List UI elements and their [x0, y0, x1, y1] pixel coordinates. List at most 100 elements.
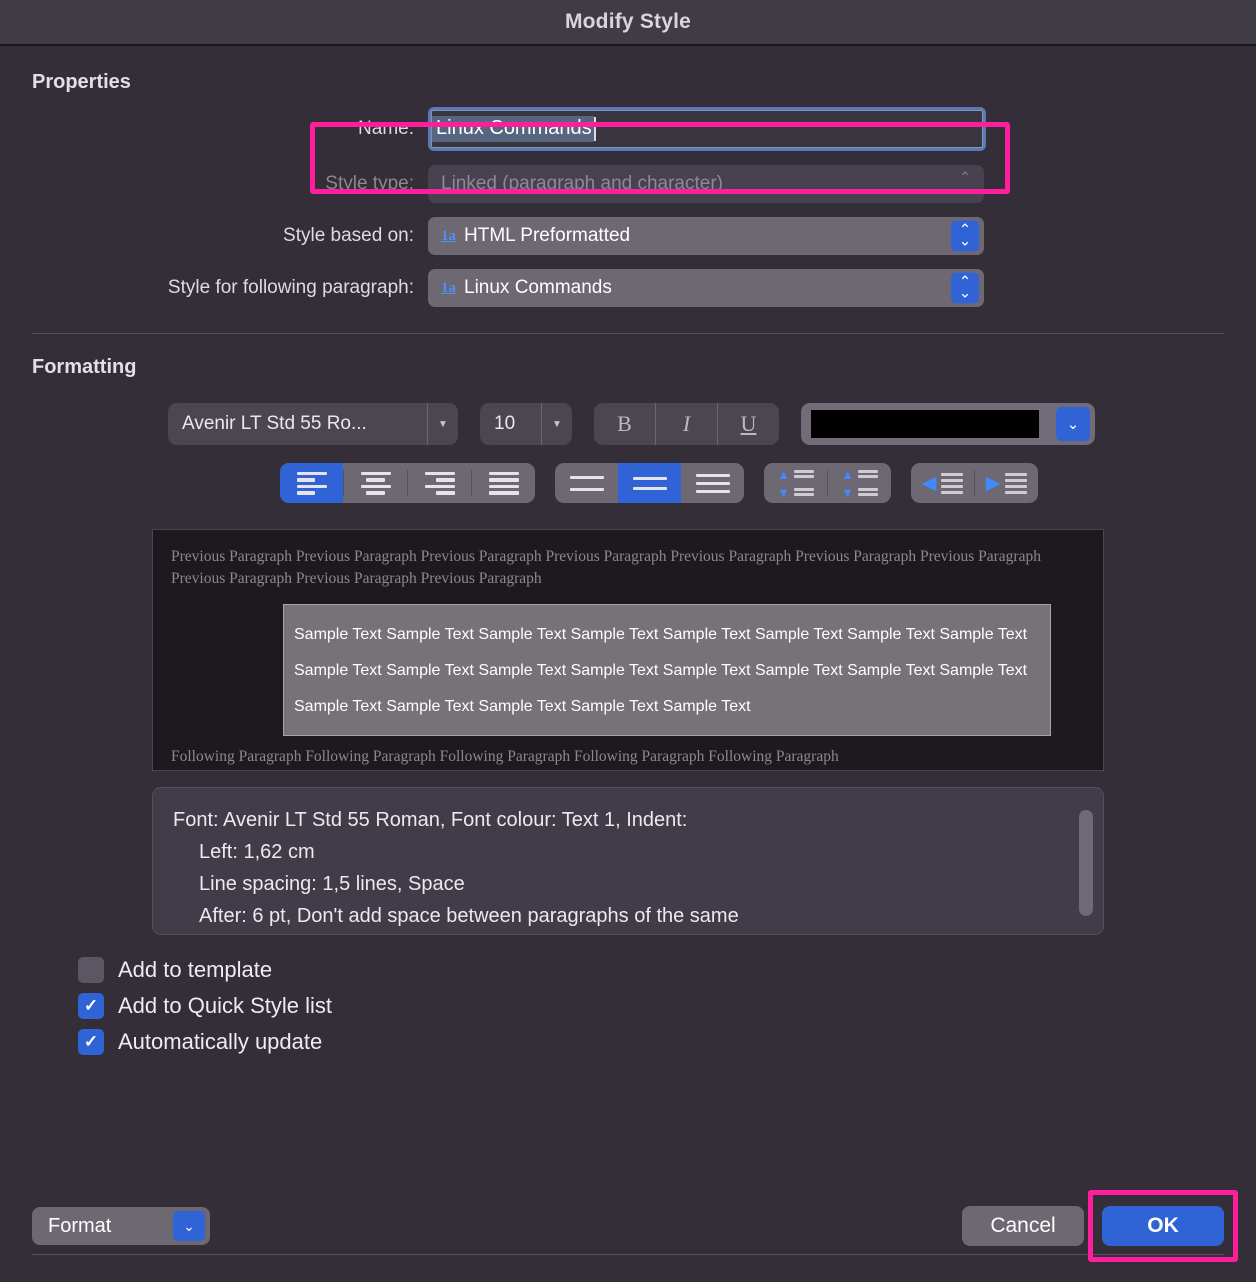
dialog-footer: Format ⌄ Cancel OK: [0, 1190, 1256, 1262]
format-button-label: Format: [48, 1214, 112, 1237]
underline-button[interactable]: U: [718, 403, 779, 445]
align-center-icon: [360, 471, 391, 495]
indent-group: ◀ ▶: [911, 463, 1038, 503]
checkbox[interactable]: ✓: [78, 1029, 104, 1055]
decrease-paragraph-spacing-button[interactable]: ▲ ▼: [764, 463, 827, 503]
preview-previous-paragraph: Previous Paragraph Previous Paragraph Pr…: [171, 548, 1041, 587]
properties-heading: Properties: [32, 71, 131, 93]
formatting-heading: Formatting: [32, 356, 137, 378]
option-add-to-template[interactable]: Add to template: [78, 957, 1224, 983]
options-list: Add to template ✓ Add to Quick Style lis…: [78, 957, 1224, 1055]
color-swatch[interactable]: [811, 410, 1039, 438]
line-spacing-double-button[interactable]: [681, 463, 744, 503]
align-justify-button[interactable]: [472, 463, 535, 503]
name-label: Name:: [358, 118, 414, 139]
description-line-1: Font: Avenir LT Std 55 Roman, Font colou…: [173, 809, 688, 831]
ok-button-wrapper: OK: [1088, 1190, 1238, 1262]
chevron-down-icon[interactable]: ⌄: [173, 1211, 205, 1241]
chevron-down-icon[interactable]: ⌄: [1056, 407, 1090, 441]
align-left-icon: [296, 471, 327, 495]
triangle-down-icon[interactable]: ▼: [542, 419, 572, 430]
check-icon: ✓: [83, 996, 99, 1015]
formatting-toolbar-row2: ▲ ▼ ▲ ▼ ◀ ▶: [32, 463, 1224, 503]
style-type-value: Linked (paragraph and character): [441, 173, 724, 194]
decrease-indent-icon: ◀: [922, 472, 964, 494]
option-automatically-update[interactable]: ✓ Automatically update: [78, 1029, 1224, 1055]
description-scrollbar[interactable]: [1079, 810, 1093, 916]
style-following-value: Linux Commands: [464, 277, 612, 298]
style-type-row: Style type: Linked (paragraph and charac…: [32, 165, 1224, 203]
style-type-dropdown: Linked (paragraph and character) ⌃ ⌄: [428, 165, 984, 203]
stepper-icon: ⌃ ⌄: [951, 169, 979, 200]
style-description-box[interactable]: Font: Avenir LT Std 55 Roman, Font colou…: [152, 787, 1104, 935]
bold-button[interactable]: B: [594, 403, 655, 445]
increase-paragraph-spacing-button[interactable]: ▲ ▼: [828, 463, 891, 503]
triangle-down-icon[interactable]: ▼: [428, 419, 458, 430]
line-spacing-1-icon: [569, 475, 604, 491]
font-color-picker[interactable]: ⌄: [801, 403, 1095, 445]
align-right-icon: [424, 471, 455, 495]
style-preview-panel: Previous Paragraph Previous Paragraph Pr…: [152, 529, 1104, 771]
font-size-dropdown[interactable]: 10 ▼: [480, 403, 572, 445]
style-based-on-row: Style based on: 1a HTML Preformatted ⌃ ⌄: [32, 217, 1224, 255]
line-spacing-2-icon: [695, 473, 730, 493]
checkbox[interactable]: ✓: [78, 993, 104, 1019]
line-spacing-single-button[interactable]: [555, 463, 618, 503]
italic-button[interactable]: I: [656, 403, 717, 445]
dialog-body: Properties Name: Linux Commands Style ty…: [0, 71, 1256, 1255]
line-spacing-1-5-button[interactable]: [618, 463, 681, 503]
style-following-label: Style for following paragraph:: [167, 277, 414, 298]
line-spacing-1-5-icon: [632, 476, 667, 490]
ok-button[interactable]: OK: [1102, 1206, 1224, 1246]
window-titlebar: Modify Style: [0, 0, 1256, 46]
format-button[interactable]: Format ⌄: [32, 1207, 210, 1245]
option-add-to-quick-style-list[interactable]: ✓ Add to Quick Style list: [78, 993, 1224, 1019]
section-divider: [32, 333, 1224, 334]
align-right-button[interactable]: [408, 463, 471, 503]
increase-indent-button[interactable]: ▶: [975, 463, 1038, 503]
increase-spacing-icon: ▲ ▼: [841, 468, 878, 499]
font-family-value: Avenir LT Std 55 Ro...: [182, 413, 367, 434]
paragraph-style-icon: 1a: [441, 227, 456, 244]
increase-indent-icon: ▶: [986, 472, 1028, 494]
name-input[interactable]: Linux Commands: [431, 110, 983, 148]
name-input-value: Linux Commands: [432, 116, 594, 142]
style-based-on-value: HTML Preformatted: [464, 225, 631, 246]
footer-divider: [32, 1254, 1224, 1255]
line-spacing-group: [555, 463, 744, 503]
font-size-value: 10: [494, 413, 516, 434]
description-line-2: Left: 1,62 cm: [199, 841, 315, 863]
text-caret: [593, 117, 596, 141]
chevron-down-icon: ⌄: [958, 284, 972, 301]
decrease-indent-button[interactable]: ◀: [911, 463, 974, 503]
text-style-group: B I U: [594, 403, 779, 445]
option-label: Add to Quick Style list: [118, 993, 332, 1018]
option-label: Add to template: [118, 957, 273, 982]
checkbox[interactable]: [78, 957, 104, 983]
cancel-button[interactable]: Cancel: [962, 1206, 1084, 1246]
option-label: Automatically update: [118, 1029, 323, 1054]
paragraph-style-icon: 1a: [441, 279, 456, 296]
decrease-spacing-icon: ▲ ▼: [777, 468, 814, 499]
paragraph-spacing-group: ▲ ▼ ▲ ▼: [764, 463, 891, 503]
preview-sample-text: Sample Text Sample Text Sample Text Samp…: [294, 626, 1028, 715]
check-icon: ✓: [83, 1032, 99, 1051]
align-left-button[interactable]: [280, 463, 343, 503]
description-line-3: Line spacing: 1,5 lines, Space: [199, 873, 465, 895]
chevron-down-icon: ⌄: [958, 180, 972, 197]
style-following-dropdown[interactable]: 1a Linux Commands ⌃ ⌄: [428, 269, 984, 307]
font-family-dropdown[interactable]: Avenir LT Std 55 Ro... ▼: [168, 403, 458, 445]
description-line-4: After: 6 pt, Don't add space between par…: [199, 905, 739, 927]
stepper-icon[interactable]: ⌃ ⌄: [951, 220, 979, 252]
name-field-focus-ring: Linux Commands: [428, 107, 986, 151]
preview-sample-box: Sample Text Sample Text Sample Text Samp…: [283, 604, 1051, 736]
preview-following-paragraph: Following Paragraph Following Paragraph …: [171, 748, 839, 765]
style-following-row: Style for following paragraph: 1a Linux …: [32, 269, 1224, 307]
window-title: Modify Style: [564, 10, 692, 33]
formatting-toolbar-row1: Avenir LT Std 55 Ro... ▼ 10 ▼ B I U ⌄: [32, 403, 1224, 445]
name-row: Name: Linux Commands: [32, 107, 1224, 151]
style-type-label: Style type:: [325, 173, 414, 194]
style-based-on-dropdown[interactable]: 1a HTML Preformatted ⌃ ⌄: [428, 217, 984, 255]
align-center-button[interactable]: [344, 463, 407, 503]
stepper-icon[interactable]: ⌃ ⌄: [951, 272, 979, 304]
